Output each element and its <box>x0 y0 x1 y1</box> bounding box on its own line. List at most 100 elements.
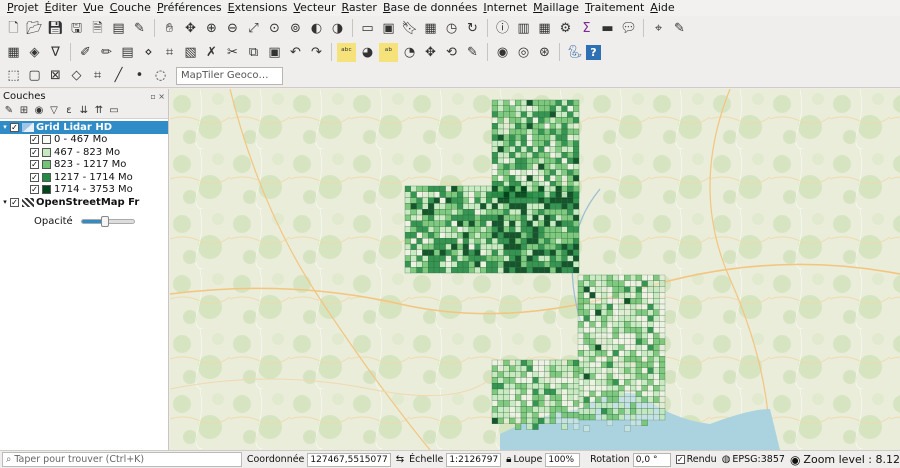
python-icon[interactable]: 🐍︎ <box>565 43 584 62</box>
legend-class-row[interactable]: ✓ 467 - 823 Mo <box>0 146 168 159</box>
manage-visibility-icon[interactable]: ◉ <box>32 104 46 118</box>
select-features-icon[interactable]: ⬚ <box>4 66 23 85</box>
cut-features-icon[interactable]: ✂︎ <box>223 43 242 62</box>
panel-float-close-icon[interactable]: ▫ × <box>150 92 165 101</box>
legend-class-row[interactable]: ✓ 1714 - 3753 Mo <box>0 184 168 197</box>
field-calculator-icon[interactable]: ▦ <box>535 19 554 38</box>
toggle-extent-icon[interactable]: ⇆ <box>396 454 404 465</box>
undo-icon[interactable]: ↶ <box>286 43 305 62</box>
virtual-layer-icon[interactable]: ∇ <box>46 43 65 62</box>
paste-features-icon[interactable]: ▣ <box>265 43 284 62</box>
legend-class-row[interactable]: ✓ 1217 - 1714 Mo <box>0 171 168 184</box>
zoom-to-selection-icon[interactable]: ⊙ <box>265 19 284 38</box>
pan-to-selection-icon[interactable]: ✥ <box>181 19 200 38</box>
new-layer-icon[interactable]: ◈ <box>25 43 44 62</box>
datasource-manager-icon[interactable]: ▦ <box>4 43 23 62</box>
map-tips-icon[interactable]: 💬︎ <box>619 19 638 38</box>
collapse-all-icon[interactable]: ⇈ <box>92 104 106 118</box>
edit-pencil-icon[interactable]: ✏︎ <box>97 43 116 62</box>
measure-icon[interactable]: ▬ <box>598 19 617 38</box>
opacity-slider-handle[interactable] <box>101 216 110 227</box>
save-as-icon[interactable]: 🖫 <box>67 19 86 38</box>
zoom-to-layer-icon[interactable]: ⊚ <box>286 19 305 38</box>
filter-legend-icon[interactable]: ▽ <box>47 104 61 118</box>
label-abc-icon[interactable]: ᵃᵇᶜ <box>337 42 356 62</box>
label-move-icon[interactable]: ✥ <box>421 43 440 62</box>
zoom-out-icon[interactable]: ⊖ <box>223 19 242 38</box>
collapse-arrow-icon[interactable]: ▾ <box>0 123 10 131</box>
delete-selected-icon[interactable]: ✗ <box>202 43 221 62</box>
save-edits-icon[interactable]: ▤ <box>118 43 137 62</box>
digitize-icon[interactable]: ✐ <box>76 43 95 62</box>
render-checkbox[interactable]: ✓ <box>675 455 685 464</box>
add-group-icon[interactable]: ⊞ <box>17 104 31 118</box>
legend-class-checkbox[interactable]: ✓ <box>30 135 39 145</box>
scale-field[interactable]: 1:2126797 <box>446 452 502 467</box>
save-project-icon[interactable]: 💾︎ <box>46 19 65 38</box>
statistics-icon[interactable]: Σ <box>577 19 596 38</box>
magnifier-field[interactable]: 100% <box>545 452 581 467</box>
layout-manager-icon[interactable]: ▤ <box>109 19 128 38</box>
style-manager-icon[interactable]: ✎ <box>130 19 149 38</box>
pan-icon[interactable]: ✋︎ <box>160 19 179 38</box>
legend-class-checkbox[interactable]: ✓ <box>30 160 39 170</box>
copy-features-icon[interactable]: ⧉ <box>244 43 263 62</box>
lock-scale-icon[interactable]: 🔒︎ <box>506 454 511 465</box>
messages-icon[interactable]: ◉ <box>790 453 800 467</box>
refresh-icon[interactable]: ↻ <box>463 19 482 38</box>
new-project-icon[interactable]: 🗋 <box>4 19 23 38</box>
legend-class-row[interactable]: ✓ 823 - 1217 Mo <box>0 159 168 172</box>
crs-globe-icon[interactable]: ◍ <box>722 454 731 465</box>
digitize-point-icon[interactable]: • <box>130 66 149 85</box>
legend-class-checkbox[interactable]: ✓ <box>30 147 39 157</box>
legend-class-row[interactable]: ✓ 0 - 467 Mo <box>0 134 168 147</box>
locator-icon[interactable]: ⌖ <box>649 19 668 38</box>
menu-item-0[interactable]: Projet <box>4 0 42 16</box>
processing-toolbox-icon[interactable]: ⚙︎ <box>556 19 575 38</box>
legend-class-checkbox[interactable]: ✓ <box>30 185 39 195</box>
menu-item-8[interactable]: Base de données <box>380 0 480 16</box>
geocoder-search-input[interactable]: MapTiler Geoco… <box>176 66 283 85</box>
layer-row[interactable]: ▾ ✓ OpenStreetMap Fr <box>0 196 168 209</box>
locator-search-input[interactable]: ⌕ Taper pour trouver (Ctrl+K) <box>2 452 242 467</box>
coordinate-field[interactable]: 127467,5515077 <box>307 452 391 467</box>
filter-expression-icon[interactable]: ε <box>62 104 76 118</box>
redo-icon[interactable]: ↷ <box>307 43 326 62</box>
menu-item-4[interactable]: Préférences <box>154 0 225 16</box>
temporal-controller-icon[interactable]: ◷ <box>442 19 461 38</box>
layer-row[interactable]: ▾ ✓ Grid Lidar HD <box>0 121 168 134</box>
menu-item-9[interactable]: Internet <box>480 0 530 16</box>
menu-item-10[interactable]: Maillage <box>530 0 582 16</box>
opacity-slider[interactable] <box>80 216 135 227</box>
identify-icon[interactable]: ⓘ <box>493 19 512 38</box>
menu-item-6[interactable]: Vecteur <box>290 0 338 16</box>
select-by-value-icon[interactable]: ▢ <box>25 66 44 85</box>
zoom-last-icon[interactable]: ◐ <box>307 19 326 38</box>
help-icon[interactable]: ? <box>586 44 601 60</box>
menu-item-5[interactable]: Extensions <box>225 0 291 16</box>
quickmapservices-icon[interactable]: ◎ <box>514 43 533 62</box>
menu-item-7[interactable]: Raster <box>338 0 379 16</box>
menu-item-3[interactable]: Couche <box>107 0 154 16</box>
layer-visibility-checkbox[interactable]: ✓ <box>10 122 19 132</box>
add-point-icon[interactable]: ⋄ <box>139 43 158 62</box>
new-bookmark-icon[interactable]: 🔖︎ <box>400 19 419 38</box>
locator-globe-icon[interactable]: ◌ <box>151 66 170 85</box>
expand-all-icon[interactable]: ⇊ <box>77 104 91 118</box>
zoom-in-icon[interactable]: ⊕ <box>202 19 221 38</box>
vertex-tool-icon[interactable]: ⌗ <box>160 43 179 62</box>
attribute-table-icon[interactable]: ▥ <box>514 19 533 38</box>
menu-item-11[interactable]: Traitement <box>582 0 647 16</box>
rotation-field[interactable]: 0,0 ° <box>632 452 671 467</box>
remove-layer-icon[interactable]: ▭ <box>107 104 121 118</box>
label-pin-icon[interactable]: ᵃᵇ <box>379 42 398 62</box>
menu-item-1[interactable]: Éditer <box>42 0 81 16</box>
label-change-icon[interactable]: ✎ <box>463 43 482 62</box>
label-rotate-icon[interactable]: ⟲ <box>442 43 461 62</box>
annotation-icon[interactable]: ✎ <box>670 19 689 38</box>
new-map-view-icon[interactable]: ▭ <box>358 19 377 38</box>
deselect-icon[interactable]: ⊠ <box>46 66 65 85</box>
select-location-icon[interactable]: ◇ <box>67 66 86 85</box>
crs-button[interactable]: EPSG:3857 <box>732 454 785 465</box>
plugin-web-icon[interactable]: ◉ <box>493 43 512 62</box>
